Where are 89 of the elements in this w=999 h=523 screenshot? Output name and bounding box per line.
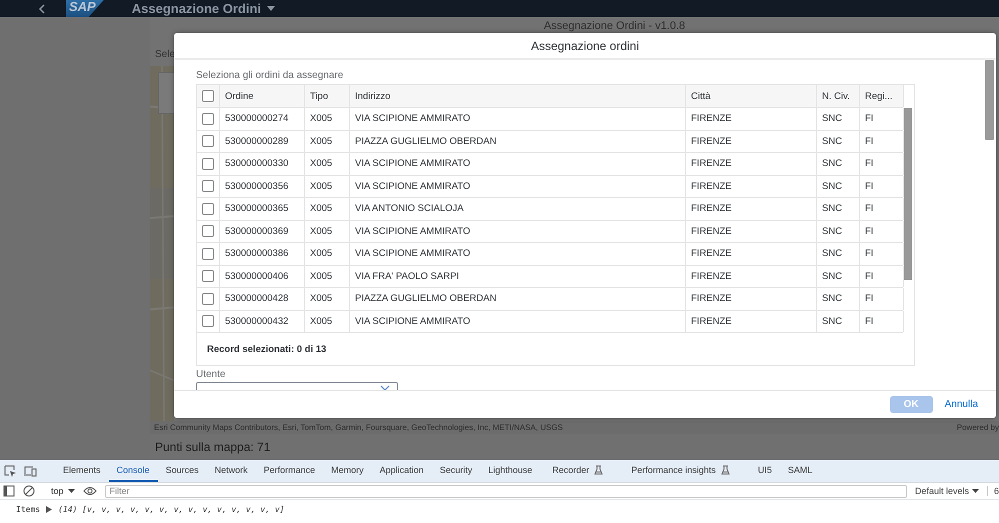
table-cell: VIA SCIPIONE AMMIRATO	[350, 220, 686, 242]
devtools-tab[interactable]: Elements	[55, 460, 109, 482]
table-cell: X005	[305, 220, 350, 242]
table-cell: SNC	[817, 243, 860, 264]
table-cell: FIRENZE	[686, 108, 817, 130]
table-cell: FIRENZE	[686, 130, 817, 152]
app-title[interactable]: Assegnazione Ordini	[132, 1, 262, 16]
devtools-tab[interactable]: Sources	[158, 460, 207, 482]
table-cell: FIRENZE	[686, 266, 817, 287]
table-cell: FIRENZE	[686, 153, 817, 174]
sap-logo[interactable]: SAP	[66, 0, 104, 17]
table-cell: FIRENZE	[686, 288, 817, 310]
devtools-tab[interactable]: SAML	[780, 460, 820, 482]
devtools-tab[interactable]: Recorder	[544, 460, 612, 482]
table-cell: 530000000386	[220, 243, 305, 264]
table-cell: SNC	[817, 176, 860, 197]
column-header[interactable]: Ordine	[220, 85, 305, 107]
context-dropdown[interactable]: top	[42, 486, 76, 496]
field-label: Utente	[196, 369, 226, 380]
page-title: Assegnazione Ordini - v1.0.8	[544, 20, 686, 32]
table-cell: SNC	[817, 108, 860, 130]
table-cell: PIAZZA GUGLIELMO OBERDAN	[350, 288, 686, 310]
table-cell: SNC	[817, 288, 860, 310]
table-cell: X005	[305, 176, 350, 197]
table-label: Seleziona gli ordini da assegnare	[196, 70, 344, 81]
column-header[interactable]: Città	[686, 85, 817, 107]
devtools-tab[interactable]: Security	[432, 460, 480, 482]
table-cell: FIRENZE	[686, 243, 817, 264]
column-header[interactable]: Regi...	[860, 85, 904, 107]
table-cell: FIRENZE	[686, 176, 817, 197]
table-cell: SNC	[817, 266, 860, 287]
table-cell: 530000000356	[220, 176, 305, 197]
table-cell: 530000000406	[220, 266, 305, 287]
devtools-tab[interactable]: Lighthouse	[480, 460, 540, 482]
table-cell: 530000000369	[220, 220, 305, 242]
table-cell: 530000000428	[220, 288, 305, 310]
column-header[interactable]: Indirizzo	[350, 85, 686, 107]
table-cell: X005	[305, 266, 350, 287]
dialog-title: Assegnazione ordini	[530, 38, 640, 52]
devtools-tab[interactable]: Network	[206, 460, 256, 482]
table-cell: FIRENZE	[686, 310, 817, 332]
column-header[interactable]: N. Civ.	[817, 85, 860, 107]
selection-count: Record selezionati: 0 di 13	[207, 344, 326, 354]
table-cell: VIA SCIPIONE AMMIRATO	[350, 243, 686, 264]
section-label: Sele	[154, 48, 176, 62]
table-cell: FIRENZE	[686, 220, 817, 242]
points-count: Punti sulla mappa: 71	[155, 440, 270, 454]
table-cell: 530000000330	[220, 153, 305, 174]
console-value[interactable]: (14) [v, v, v, v, v, v, v, v, v, v, v, v, v, v]	[58, 505, 284, 514]
table-cell: 530000000365	[220, 198, 305, 220]
table-cell: X005	[305, 288, 350, 310]
table-cell: SNC	[817, 220, 860, 242]
map-attribution: Esri Community Maps Contributors, Esri, TomTom, Garmin, Foursquare, GeoTechnologies, Inc, METI/NASA, USGS	[154, 423, 563, 432]
table-cell: SNC	[817, 198, 860, 220]
dialog-button[interactable]: Annulla	[940, 396, 982, 413]
table-cell: SNC	[817, 310, 860, 332]
table-cell: X005	[305, 198, 350, 220]
column-header[interactable]: Tipo	[305, 85, 350, 107]
table-cell: FI	[860, 310, 904, 332]
issues-count[interactable]: 6	[986, 486, 999, 496]
table-cell: 530000000274	[220, 108, 305, 130]
devtools-tab[interactable]: Performance	[256, 460, 324, 482]
table-cell: 530000000289	[220, 130, 305, 152]
table-cell: SNC	[817, 130, 860, 152]
levels-dropdown[interactable]: Default levels	[914, 486, 979, 496]
table-cell: VIA FRA' PAOLO SARPI	[350, 266, 686, 287]
table-cell: 530000000432	[220, 310, 305, 332]
table-cell: X005	[305, 310, 350, 332]
filter-input[interactable]: Filter	[105, 484, 907, 498]
table-cell: X005	[305, 243, 350, 264]
devtools-tab[interactable]: Console	[108, 460, 158, 482]
devtools-tab[interactable]: Application	[372, 460, 432, 482]
table-cell: VIA ANTONIO SCIALOJA	[350, 198, 686, 220]
console-label: Items	[16, 505, 40, 514]
devtools-tab[interactable]: UI5	[750, 460, 780, 482]
table-cell: VIA SCIPIONE AMMIRATO	[350, 176, 686, 197]
table-cell: VIA SCIPIONE AMMIRATO	[350, 108, 686, 130]
devtools-tab[interactable]: Performance insights	[623, 460, 738, 482]
table-cell: X005	[305, 153, 350, 174]
table-cell: PIAZZA GUGLIELMO OBERDAN	[350, 130, 686, 152]
table-cell: VIA SCIPIONE AMMIRATO	[350, 310, 686, 332]
table-cell: FIRENZE	[686, 198, 817, 220]
powered-by-text: Powered by	[956, 423, 999, 432]
table-cell: VIA SCIPIONE AMMIRATO	[350, 153, 686, 174]
table-cell: FI	[860, 288, 904, 310]
devtools-tab[interactable]: Memory	[323, 460, 372, 482]
table-cell: X005	[305, 130, 350, 152]
table-cell: X005	[305, 108, 350, 130]
table-cell: SNC	[817, 153, 860, 174]
